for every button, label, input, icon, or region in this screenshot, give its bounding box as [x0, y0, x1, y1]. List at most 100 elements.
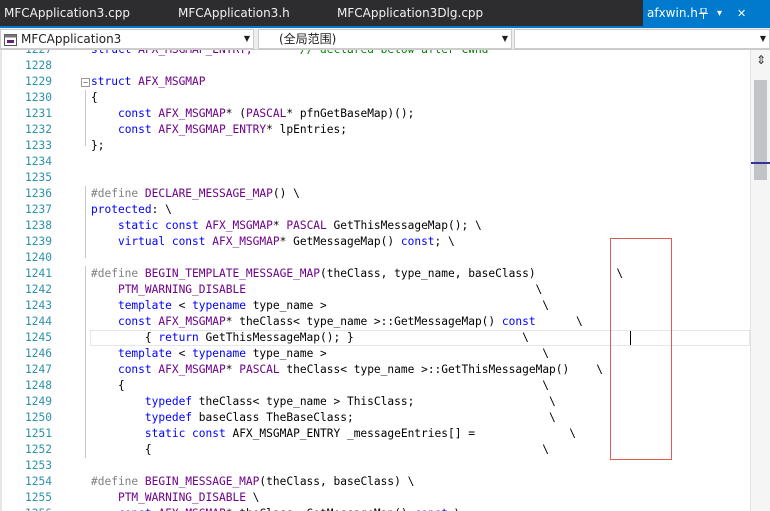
code-token: \ [535, 315, 583, 328]
scope-combo[interactable]: (全局范围) ▼ [258, 29, 512, 49]
code-token: const [118, 507, 158, 511]
tab-mfcapplication3-h[interactable]: MFCApplication3.h [174, 0, 329, 27]
code-token: typename [192, 347, 253, 360]
code-line[interactable]: 1256 const AFX_MSGMAP* theClass::GetMess… [0, 506, 750, 511]
project-combo[interactable]: MFCApplication3 ▼ [0, 29, 254, 49]
code-token: { [91, 331, 159, 344]
code-token: AFX_MSGMAP [205, 219, 273, 232]
line-number: 1252 [25, 443, 52, 456]
code-line[interactable]: 1233}; [0, 138, 750, 154]
line-number: 1231 [25, 107, 52, 120]
code-token: () \ [272, 187, 300, 200]
code-line[interactable]: 1228 [0, 58, 750, 74]
tab-mfcapplication3dlg-cpp[interactable]: MFCApplication3Dlg.cpp [333, 0, 523, 27]
code-line[interactable]: 1229 struct AFX_MSGMAP [0, 74, 750, 90]
line-number: 1253 [25, 459, 52, 472]
chevron-down-icon: ▼ [759, 34, 766, 43]
code-line[interactable]: 1232 const AFX_MSGMAP_ENTRY* lpEntries; [0, 122, 750, 138]
code-text: const AFX_MSGMAP_ENTRY* lpEntries; [91, 122, 347, 138]
line-number: 1237 [25, 203, 52, 216]
line-number: 1245 [25, 331, 52, 344]
code-token: protected [91, 203, 152, 216]
code-line[interactable]: 1230 { [0, 90, 750, 106]
code-text: typedef baseClass TheBaseClass; \ [91, 410, 556, 426]
line-number: 1244 [25, 315, 52, 328]
code-text: const AFX_MSGMAP* PASCAL theClass< type_… [91, 362, 603, 378]
code-text: typedef theClass< type_name > ThisClass;… [91, 394, 556, 410]
code-line[interactable]: 1234 [0, 154, 750, 170]
code-line[interactable]: 1255 PTM_WARNING_DISABLE \ [0, 490, 750, 506]
code-text: template < typename type_name > \ [91, 346, 549, 362]
code-line[interactable]: 1237 protected: \ [0, 202, 750, 218]
document-tab-strip: MFCApplication3.cpp MFCApplication3.h MF… [0, 0, 770, 28]
code-token: : \ [151, 203, 172, 216]
line-number: 1234 [25, 155, 52, 168]
code-token: \ [245, 491, 260, 504]
code-line[interactable]: 1238 static const AFX_MSGMAP* PASCAL Get… [0, 218, 750, 234]
code-token: static const [117, 219, 206, 232]
tab-label: MFCApplication3.cpp [4, 6, 130, 20]
vertical-scrollbar[interactable]: ⇕ [750, 50, 770, 511]
collapse-toggle[interactable]: − [81, 78, 90, 87]
code-text: const AFX_MSGMAP* (PASCAL* pfnGetBaseMap… [91, 106, 414, 122]
code-token: ; \ [434, 235, 455, 248]
member-combo[interactable]: ▼ [514, 29, 770, 49]
code-token: AFX_MSGMAP_ENTRY [158, 123, 267, 136]
code-token: { \ [91, 443, 550, 456]
code-line[interactable]: 1254 #define BEGIN_MESSAGE_MAP(theClass, … [0, 474, 750, 490]
dropdown-icon[interactable]: ▾ [717, 0, 722, 27]
code-line[interactable]: 1236 #define DECLARE_MESSAGE_MAP() \ [0, 186, 750, 202]
close-icon[interactable]: ✕ [737, 0, 746, 27]
code-line[interactable]: 1253 [0, 458, 750, 474]
line-number: 1238 [25, 219, 52, 232]
caret-position-marker [751, 162, 770, 164]
code-token: typename [192, 299, 253, 312]
code-token: \ [448, 507, 462, 511]
code-editor[interactable]: 1227 struct AFX_MSGMAP_ENTRY; // declared… [0, 50, 750, 511]
code-token: struct [91, 50, 138, 56]
tab-label: afxwin.h [647, 6, 698, 20]
code-token: typedef [144, 395, 199, 408]
code-text: virtual const AFX_MSGMAP* GetMessageMap(… [91, 234, 455, 250]
code-token: \ [245, 283, 543, 296]
line-number: 1248 [25, 379, 52, 392]
tab-mfcapplication3-cpp[interactable]: MFCApplication3.cpp [0, 0, 170, 27]
code-token: #define [91, 267, 145, 280]
line-number: 1227 [8, 50, 52, 58]
project-icon [4, 33, 17, 48]
code-token: return [158, 331, 206, 344]
code-line[interactable]: 1227 struct AFX_MSGMAP_ENTRY; // declared… [0, 50, 750, 58]
code-text: { \ [91, 442, 549, 458]
line-number: 1246 [25, 347, 52, 360]
code-token: * theClass< type_name >::GetMessageMap() [225, 315, 502, 328]
code-token: * [272, 219, 287, 232]
code-text: const AFX_MSGMAP* theClass< type_name >:… [91, 314, 583, 330]
scrollbar-thumb[interactable] [754, 80, 767, 180]
tab-label: MFCApplication3Dlg.cpp [337, 6, 484, 20]
code-token: static const [144, 427, 233, 440]
code-token: AFX_MSGMAP [158, 315, 226, 328]
code-text: static const AFX_MSGMAP_ENTRY _messageEn… [91, 426, 576, 442]
line-number: 1233 [25, 139, 52, 152]
code-token: template [117, 347, 179, 360]
code-token: * theClass::GetMessageMap() [226, 507, 415, 511]
line-number: 1243 [25, 299, 52, 312]
code-text: struct AFX_MSGMAP [91, 74, 206, 90]
line-number: 1232 [25, 123, 52, 136]
tab-afxwin-h[interactable]: afxwin.h ▾ ✕ [643, 0, 770, 27]
code-line[interactable]: 1231 const AFX_MSGMAP* (PASCAL* pfnGetBa… [0, 106, 750, 122]
code-token: PTM_WARNING_DISABLE [117, 283, 246, 296]
code-token: * GetMessageMap() [279, 235, 401, 248]
code-line[interactable]: 1235 [0, 170, 750, 186]
split-window-icon[interactable]: ⇕ [753, 52, 769, 68]
code-text: template < typename type_name > \ [91, 298, 549, 314]
